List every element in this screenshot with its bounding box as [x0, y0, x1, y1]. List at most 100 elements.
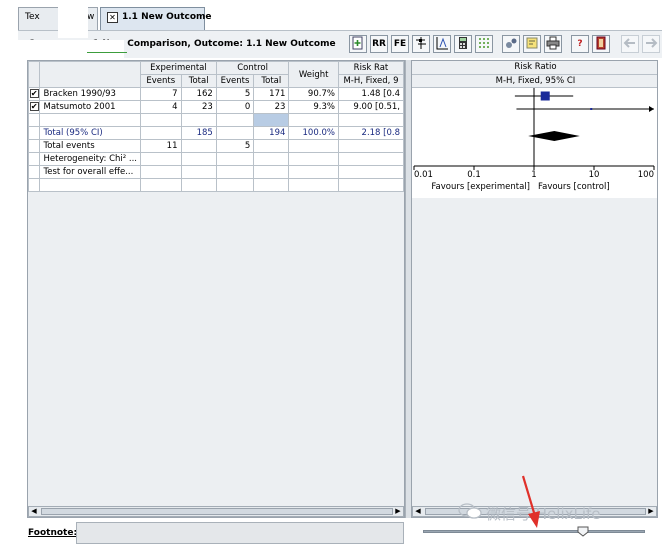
- exp-total-cell[interactable]: 23: [180, 100, 217, 114]
- data-table-panel: Experimental Control Weight Risk Rat Eve…: [27, 60, 405, 518]
- ci-arrow-icon: [649, 106, 654, 112]
- blank-cell: [180, 178, 217, 192]
- page-title-end: 1 New Comparison, Outcome: 1.1 New Outco…: [92, 39, 336, 49]
- arrow-left-icon: [623, 38, 635, 48]
- table-row-blank[interactable]: [28, 113, 404, 127]
- forest-plot-panel: Risk Ratio M-H, Fixed, 95% CI 0.01 0.1 1 10…: [411, 60, 658, 518]
- study-name[interactable]: Matsumoto 2001: [39, 100, 141, 114]
- total-events-row: Total events 11 5: [28, 139, 404, 153]
- include-checkbox[interactable]: ✔: [28, 87, 41, 101]
- exp-total-cell[interactable]: 162: [180, 87, 217, 101]
- header-study-column[interactable]: [39, 61, 141, 88]
- horizontal-scrollbar[interactable]: ◀ ▶: [28, 506, 404, 517]
- blank-cell: [180, 139, 217, 153]
- scroll-left-icon[interactable]: ◀: [29, 507, 39, 516]
- favours-experimental-label: Favours [experimental]: [431, 182, 530, 192]
- ctl-events-cell[interactable]: 5: [215, 87, 255, 101]
- total-row: Total (95% CI) 185 194 100.0% 2.18 [0.8: [28, 126, 404, 140]
- ctl-events-cell[interactable]: 0: [215, 100, 255, 114]
- total-ctl-events: 5: [215, 139, 255, 153]
- blank-cell: [288, 152, 339, 166]
- tab-outcome[interactable]: ✕ 1.1 New Outcome: [100, 7, 212, 30]
- help-button[interactable]: ?: [571, 35, 589, 53]
- book-button[interactable]: [592, 35, 610, 53]
- study-marker: [540, 91, 550, 101]
- blank-cell: [140, 126, 182, 140]
- header-experimental[interactable]: Experimental: [140, 61, 217, 75]
- blank-cell: [215, 113, 255, 127]
- blank-cell: [215, 152, 255, 166]
- header-ctl-events[interactable]: Events: [215, 74, 255, 88]
- header-risk-ratio[interactable]: Risk Rat: [337, 61, 404, 75]
- scroll-thumb[interactable]: [41, 508, 393, 515]
- tab-text-view-label: Tex: [25, 12, 40, 22]
- total-exp-total: 185: [180, 126, 217, 140]
- header-weight[interactable]: Weight: [288, 61, 339, 88]
- blank-cell: [28, 139, 41, 153]
- grid-button[interactable]: [475, 35, 493, 53]
- header-ctl-total[interactable]: Total: [253, 74, 290, 88]
- checkmark-icon[interactable]: ✔: [29, 89, 39, 98]
- scroll-right-icon[interactable]: ▶: [646, 507, 656, 516]
- properties-button[interactable]: [502, 35, 520, 53]
- ctl-total-cell[interactable]: 171: [253, 87, 290, 101]
- blank-cell: [215, 165, 255, 179]
- blank-cell: [140, 165, 182, 179]
- funnel-plot-button[interactable]: [433, 35, 451, 53]
- blank-cell: [39, 178, 141, 192]
- notes-button[interactable]: [523, 35, 541, 53]
- x-axis-tick-label: 100: [638, 170, 654, 180]
- footnote-field[interactable]: [76, 522, 404, 544]
- forest-plot-button[interactable]: [412, 35, 430, 53]
- blank-cell: [337, 113, 404, 127]
- include-checkbox[interactable]: ✔: [28, 100, 41, 114]
- ctl-total-cell[interactable]: 23: [253, 100, 290, 114]
- blank-cell: [337, 139, 404, 153]
- forest-plot-icon: [416, 37, 426, 49]
- risk-ratio-button[interactable]: RR: [370, 35, 388, 53]
- blank-cell: [288, 178, 339, 192]
- header-exp-events[interactable]: Events: [140, 74, 182, 88]
- x-axis-tick-label: 10: [589, 170, 600, 180]
- blank-cell: [337, 178, 404, 192]
- blank-cell: [288, 139, 339, 153]
- table-row[interactable]: ✔ Bracken 1990/93 7 162 5 171 90.7% 1.48…: [28, 87, 404, 101]
- header-check-column: [28, 61, 41, 88]
- study-name[interactable]: Bracken 1990/93: [39, 87, 141, 101]
- blank-cell: [253, 139, 290, 153]
- study-marker: [590, 108, 593, 110]
- add-document-icon: [352, 36, 363, 50]
- back-button[interactable]: [621, 35, 639, 53]
- weight-cell: 9.3%: [288, 100, 339, 114]
- blank-cell: [253, 152, 290, 166]
- exp-events-cell[interactable]: 7: [140, 87, 182, 101]
- header-rr-method[interactable]: M-H, Fixed, 9: [337, 74, 404, 88]
- table-row[interactable]: ✔ Matsumoto 2001 4 23 0 23 9.3% 9.00 [0.…: [28, 100, 404, 114]
- add-study-button[interactable]: [349, 35, 367, 53]
- close-icon[interactable]: ✕: [107, 12, 118, 23]
- rr-cell: 1.48 [0.4: [337, 87, 404, 101]
- calculator-button[interactable]: [454, 35, 472, 53]
- overall-effect-label: Test for overall effe...: [39, 165, 141, 179]
- book-icon: [596, 36, 606, 50]
- blank-cell: [288, 113, 339, 127]
- checkmark-icon[interactable]: ✔: [29, 102, 39, 111]
- exp-events-cell[interactable]: 4: [140, 100, 182, 114]
- scroll-right-icon[interactable]: ▶: [393, 507, 403, 516]
- forest-plot-area: 0.01 0.1 1 10 100 Favours [experimental] Favou…: [412, 88, 657, 198]
- header-exp-total[interactable]: Total: [180, 74, 217, 88]
- print-button[interactable]: [544, 35, 562, 53]
- zoom-slider[interactable]: [423, 530, 645, 533]
- blank-cell: [253, 178, 290, 192]
- red-arrow-annotation: [521, 475, 540, 528]
- forward-button[interactable]: [642, 35, 660, 53]
- header-control[interactable]: Control: [215, 61, 290, 75]
- selected-cell[interactable]: [253, 113, 290, 127]
- slider-handle-icon[interactable]: [577, 526, 589, 537]
- blank-cell: [180, 165, 217, 179]
- blank-cell: [140, 113, 182, 127]
- dotted-grid-icon: [479, 38, 489, 48]
- overall-effect-row: Test for overall effe...: [28, 165, 404, 179]
- scroll-left-icon[interactable]: ◀: [413, 507, 423, 516]
- fixed-effect-button[interactable]: FE: [391, 35, 409, 53]
